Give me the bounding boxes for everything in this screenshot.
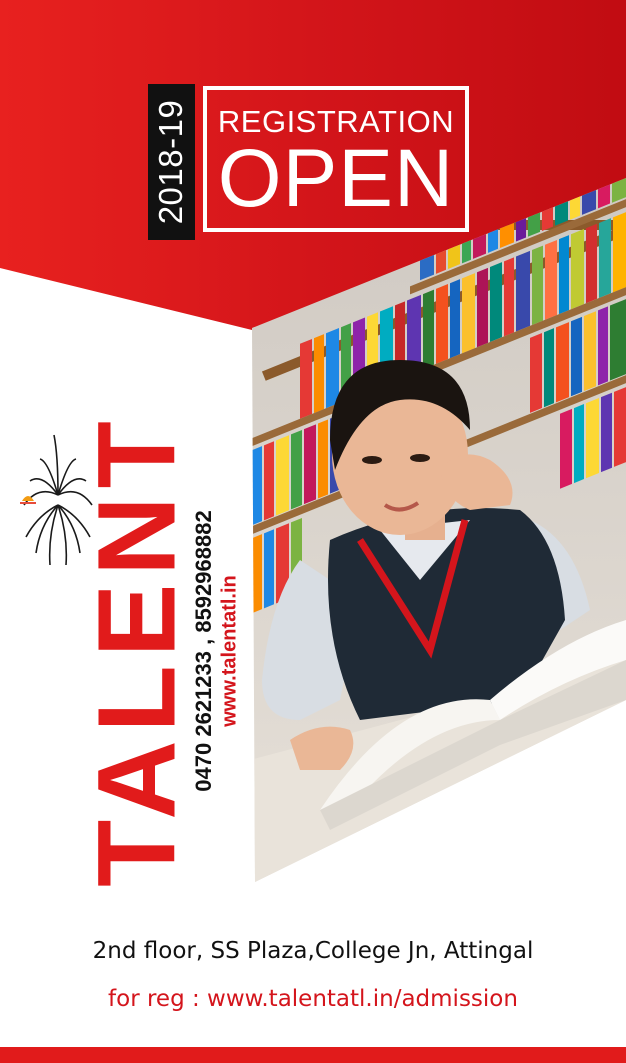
open-heading: OPEN [217, 133, 455, 224]
address-text: 2nd floor, SS Plaza,College Jn, Attingal [92, 938, 534, 964]
brand-name: TALENT [75, 413, 199, 887]
poster: 2018-19 REGISTRATION OPEN TALENT 0470 26… [0, 0, 626, 1063]
bottom-red-bar [0, 1047, 626, 1063]
registration-open-box: REGISTRATION OPEN [203, 86, 469, 232]
phone-numbers[interactable]: 0470 2621233 , 8592968882 [191, 510, 217, 791]
registration-link[interactable]: for reg : www.talentatl.in/admission [0, 986, 626, 1012]
website-link[interactable]: www.talentatl.in [219, 575, 242, 727]
year-label: 2018-19 [152, 99, 189, 225]
